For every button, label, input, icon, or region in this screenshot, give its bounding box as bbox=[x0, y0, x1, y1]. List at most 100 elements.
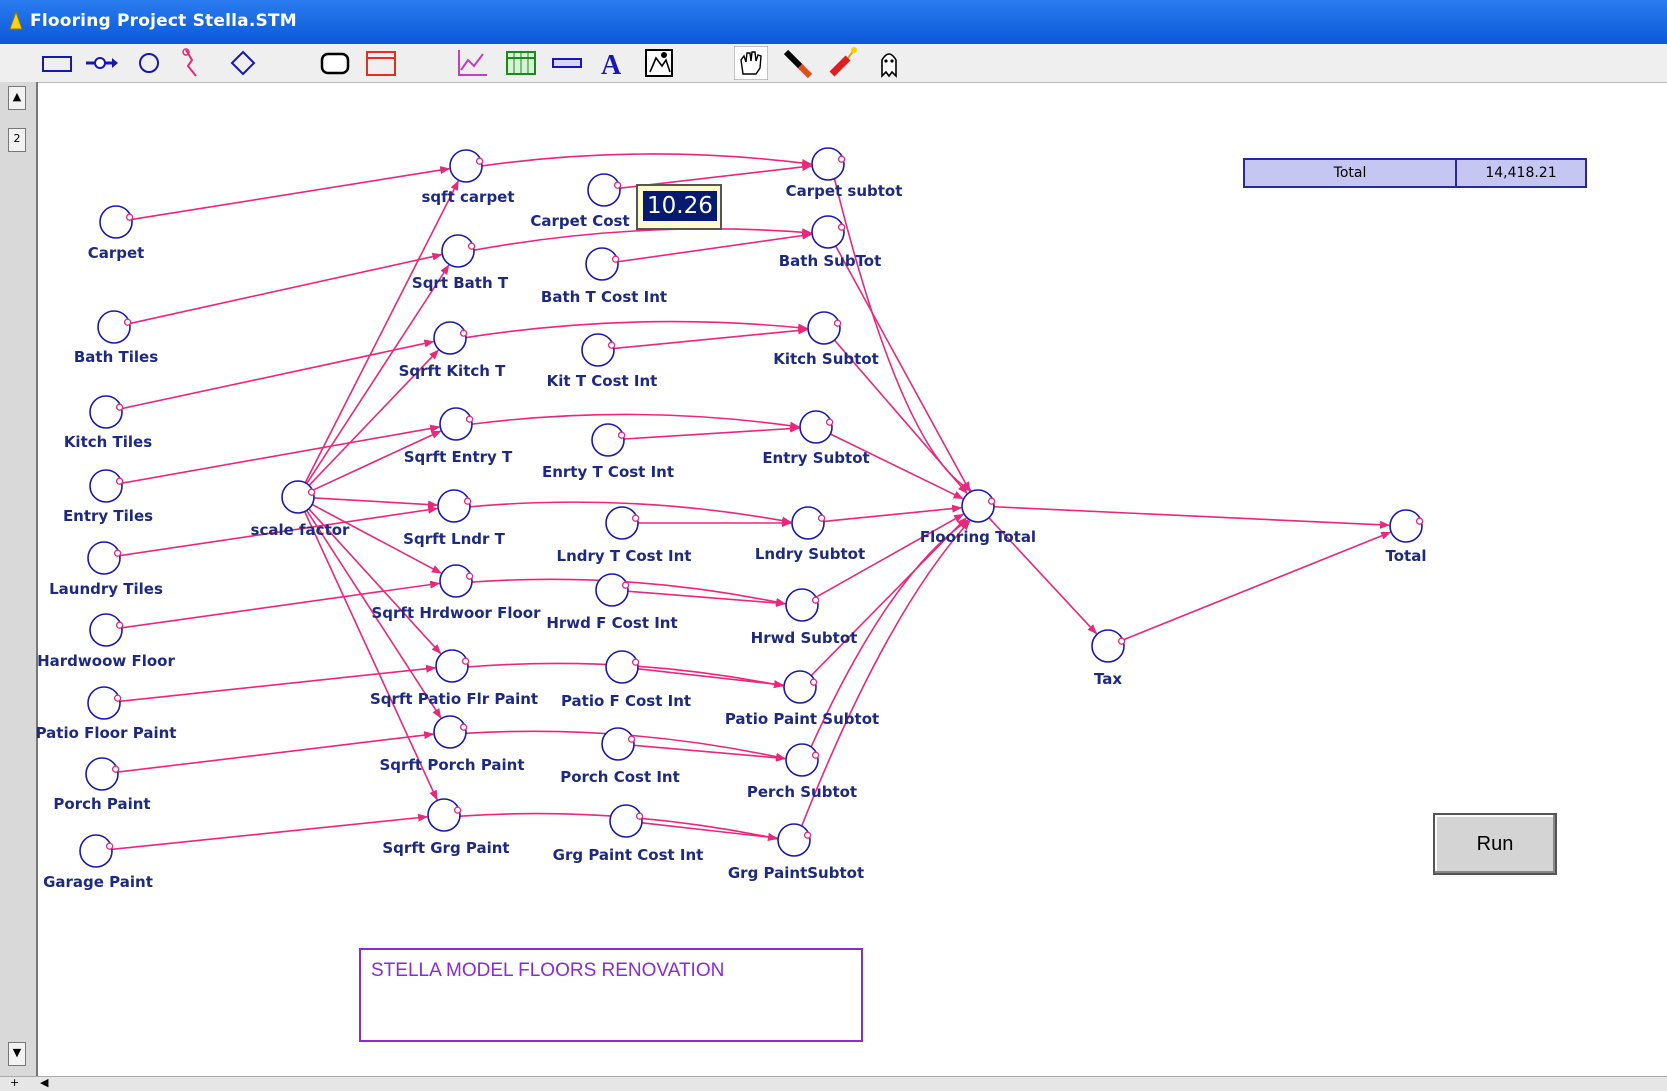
connector-arrow[interactable] bbox=[637, 667, 785, 689]
connector-handle[interactable] bbox=[307, 488, 316, 496]
connector-handle[interactable] bbox=[467, 242, 476, 250]
connector-handle[interactable] bbox=[459, 329, 468, 337]
connector-handle[interactable] bbox=[613, 181, 622, 189]
connector-arrow[interactable] bbox=[613, 326, 809, 350]
numeric-display-icon[interactable] bbox=[550, 46, 584, 80]
converter-input-9[interactable] bbox=[79, 834, 113, 868]
connector-arrow[interactable] bbox=[641, 822, 779, 842]
run-button[interactable]: Run bbox=[1433, 813, 1557, 875]
connector-handle[interactable] bbox=[1415, 517, 1424, 525]
connector-handle[interactable] bbox=[113, 694, 122, 702]
connector-handle[interactable] bbox=[463, 497, 472, 505]
converter-input-7[interactable] bbox=[87, 686, 121, 720]
connector-handle[interactable] bbox=[607, 341, 616, 349]
button-tool-icon[interactable] bbox=[318, 46, 352, 80]
converter-subtotal-3[interactable] bbox=[807, 311, 841, 345]
connector-handle[interactable] bbox=[621, 581, 630, 589]
converter-cost-9[interactable] bbox=[609, 804, 643, 838]
converter-cost-2[interactable] bbox=[585, 247, 619, 281]
dynamite-icon[interactable] bbox=[826, 46, 860, 80]
connector-arrow[interactable] bbox=[1122, 531, 1392, 641]
connector-arrow[interactable] bbox=[313, 497, 439, 509]
converter-cost-5[interactable] bbox=[605, 506, 639, 540]
connector-handle[interactable] bbox=[113, 549, 122, 557]
converter-tax[interactable] bbox=[1091, 629, 1125, 663]
converter-cost-6[interactable] bbox=[595, 573, 629, 607]
connector-handle[interactable] bbox=[465, 415, 474, 423]
connector-handle[interactable] bbox=[459, 723, 468, 731]
connector-handle[interactable] bbox=[465, 572, 474, 580]
converter-subtotal-7[interactable] bbox=[783, 670, 817, 704]
converter-input-2[interactable] bbox=[97, 310, 131, 344]
connector-handle[interactable] bbox=[115, 403, 124, 411]
converter-subtotal-2[interactable] bbox=[811, 215, 845, 249]
sector-tool-icon[interactable] bbox=[364, 46, 398, 80]
connector-handle[interactable] bbox=[1117, 637, 1126, 645]
converter-tool-icon[interactable] bbox=[132, 46, 166, 80]
converter-input-6[interactable] bbox=[89, 613, 123, 647]
flow-tool-icon[interactable] bbox=[84, 46, 118, 80]
converter-cost-3[interactable] bbox=[581, 333, 615, 367]
converter-input-8[interactable] bbox=[85, 757, 119, 791]
connector-arrow[interactable] bbox=[121, 424, 441, 484]
model-diagram[interactable]: Carpet sqft carpet Carpet Cost Carpet subto… bbox=[36, 82, 1666, 1074]
text-tool-icon[interactable]: A bbox=[596, 46, 630, 80]
connector-handle[interactable] bbox=[105, 842, 114, 850]
graphics-frame-icon[interactable] bbox=[642, 46, 676, 80]
converter-cost-4[interactable] bbox=[591, 423, 625, 457]
connector-handle[interactable] bbox=[825, 418, 834, 426]
connector-arrow[interactable] bbox=[627, 590, 787, 607]
layer-up-arrow-icon[interactable]: ▲ bbox=[8, 86, 26, 110]
horizontal-scrollbar[interactable]: + ◀ bbox=[0, 1076, 1667, 1091]
converter-cost-1[interactable] bbox=[587, 173, 621, 207]
converter-sqft-2[interactable] bbox=[441, 234, 475, 268]
connector-arrow[interactable] bbox=[471, 413, 800, 430]
converter-sqft-4[interactable] bbox=[439, 407, 473, 441]
connector-arrow[interactable] bbox=[623, 424, 801, 440]
total-numeric-display[interactable]: Total 14,418.21 bbox=[1243, 158, 1587, 188]
connector-handle[interactable] bbox=[627, 735, 636, 743]
connector-handle[interactable] bbox=[837, 223, 846, 231]
table-pad-icon[interactable] bbox=[504, 46, 538, 80]
scroll-left-arrow-icon[interactable]: ◀ bbox=[40, 1076, 48, 1089]
connector-arrow[interactable] bbox=[131, 166, 451, 221]
zoom-plus-icon[interactable]: + bbox=[10, 1076, 19, 1089]
converter-sqft-6[interactable] bbox=[439, 564, 473, 598]
converter-scale-factor[interactable] bbox=[281, 480, 315, 514]
converter-sqft-3[interactable] bbox=[433, 321, 467, 355]
connector-handle[interactable] bbox=[631, 514, 640, 522]
connector-arrow[interactable] bbox=[473, 228, 813, 251]
connector-arrow[interactable] bbox=[993, 505, 1391, 529]
decision-tool-icon[interactable] bbox=[226, 46, 260, 80]
converter-input-1[interactable] bbox=[99, 205, 133, 239]
converter-cost-8[interactable] bbox=[601, 727, 635, 761]
connector-arrow[interactable] bbox=[121, 339, 435, 410]
converter-input-3[interactable] bbox=[89, 395, 123, 429]
connector-arrow[interactable] bbox=[800, 520, 971, 827]
ghost-tool-icon[interactable] bbox=[872, 46, 906, 80]
connector-handle[interactable] bbox=[817, 514, 826, 522]
layer-down-arrow-icon[interactable]: ▼ bbox=[8, 1042, 26, 1066]
connector-handle[interactable] bbox=[123, 318, 132, 326]
converter-subtotal-6[interactable] bbox=[785, 588, 819, 622]
connector-handle[interactable] bbox=[115, 621, 124, 629]
connector-handle[interactable] bbox=[803, 831, 812, 839]
graph-pad-icon[interactable] bbox=[456, 46, 490, 80]
connector-handle[interactable] bbox=[617, 431, 626, 439]
connector-handle[interactable] bbox=[635, 812, 644, 820]
connector-arrow[interactable] bbox=[823, 504, 963, 523]
converter-total[interactable] bbox=[1389, 509, 1423, 543]
converter-sqft-1[interactable] bbox=[449, 149, 483, 183]
connector-arrow[interactable] bbox=[111, 813, 429, 851]
connector-handle[interactable] bbox=[115, 477, 124, 485]
converter-subtotal-1[interactable] bbox=[811, 147, 845, 181]
connector-handle[interactable] bbox=[809, 678, 818, 686]
converter-subtotal-4[interactable] bbox=[799, 410, 833, 444]
paint-brush-icon[interactable] bbox=[780, 46, 814, 80]
converter-subtotal-5[interactable] bbox=[791, 506, 825, 540]
connector-arrow[interactable] bbox=[129, 252, 443, 325]
converter-sqft-9[interactable] bbox=[427, 798, 461, 832]
connector-handle[interactable] bbox=[811, 751, 820, 759]
connector-arrow[interactable] bbox=[633, 744, 787, 762]
connector-handle[interactable] bbox=[837, 155, 846, 163]
